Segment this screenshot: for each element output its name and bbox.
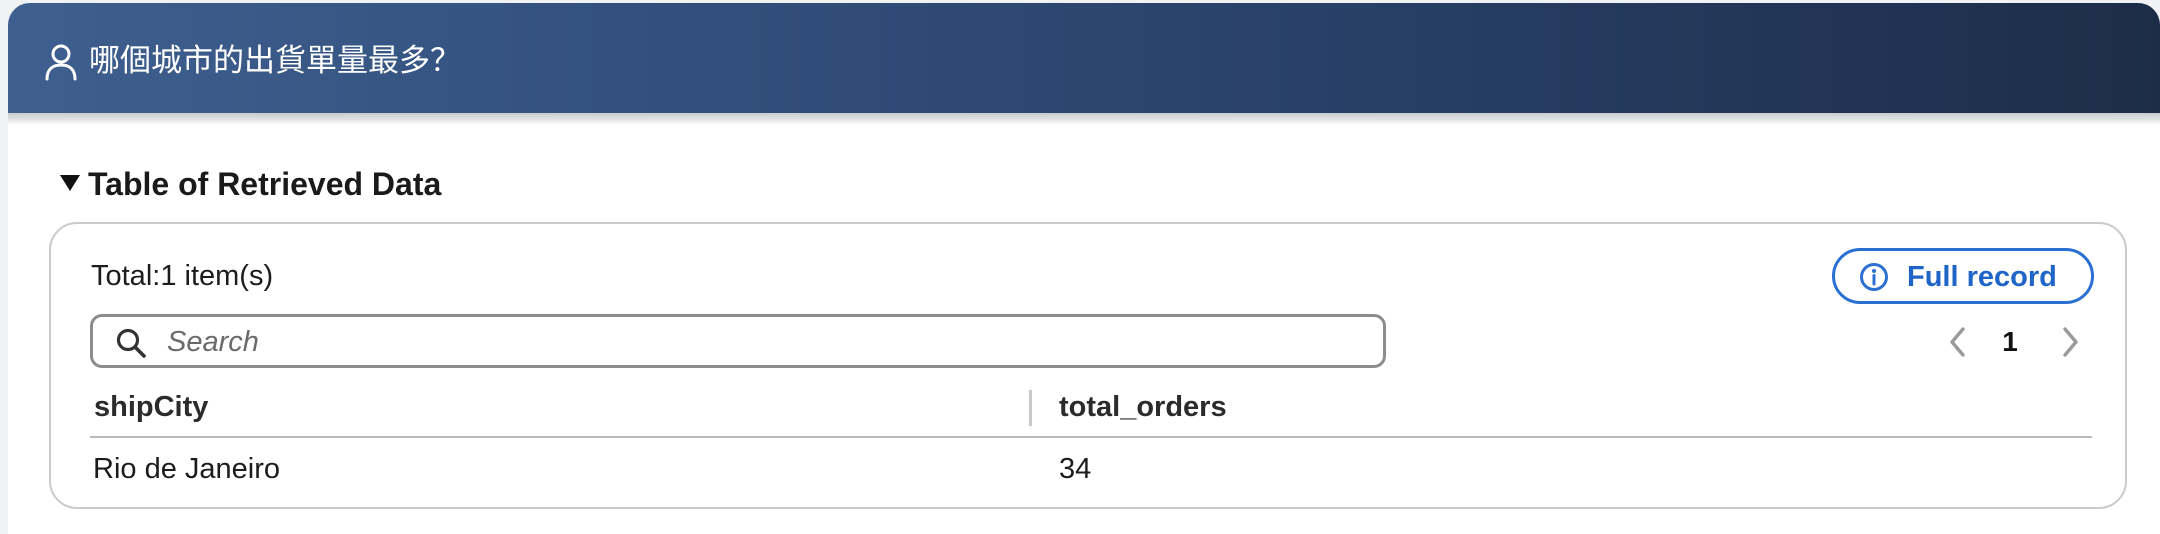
question-header: 哪個城市的出貨單量最多？ xyxy=(8,3,2160,113)
header-shadow xyxy=(8,113,2160,125)
full-record-label: Full record xyxy=(1907,261,2057,293)
chevron-right-icon[interactable] xyxy=(2056,324,2084,360)
user-icon xyxy=(45,44,77,81)
app-frame: 哪個城市的出貨單量最多？ Table of Retrieved Data Tot… xyxy=(8,3,2160,534)
chevron-left-icon[interactable] xyxy=(1944,324,1972,360)
table-cell-shipcity: Rio de Janeiro xyxy=(93,453,280,485)
question-text: 哪個城市的出貨單量最多？ xyxy=(89,43,461,79)
info-icon xyxy=(1860,263,1888,291)
search-icon xyxy=(116,328,146,358)
data-table-card: Total:1 item(s) Full record 1 shipCity xyxy=(49,222,2127,509)
column-header-total-orders[interactable]: total_orders xyxy=(1059,388,1227,426)
current-page: 1 xyxy=(2002,326,2018,357)
full-record-button[interactable]: Full record xyxy=(1832,248,2094,304)
total-count: Total:1 item(s) xyxy=(91,260,274,292)
caret-down-icon xyxy=(60,175,80,191)
table-header-divider xyxy=(90,436,2092,438)
table-cell-total-orders: 34 xyxy=(1059,453,1092,485)
column-header-shipcity[interactable]: shipCity xyxy=(94,388,208,426)
search-input[interactable] xyxy=(165,321,1369,363)
section-title: Table of Retrieved Data xyxy=(88,166,442,202)
search-box[interactable] xyxy=(90,314,1386,368)
column-resize-handle[interactable] xyxy=(1029,390,1032,426)
